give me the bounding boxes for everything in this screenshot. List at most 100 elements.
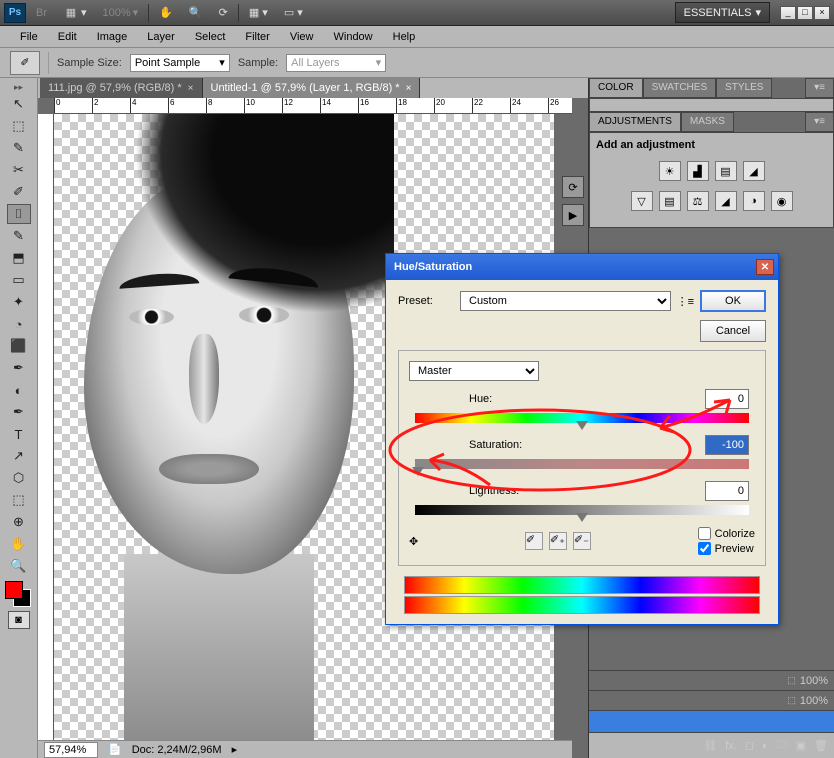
hand-tool-icon[interactable]: ✋: [153, 4, 179, 21]
adj-layer-icon[interactable]: ◐: [762, 740, 769, 752]
menu-window[interactable]: Window: [324, 27, 383, 47]
panel-icon-history[interactable]: ⟳: [562, 176, 584, 198]
maximize-button[interactable]: □: [797, 6, 813, 20]
type-tool[interactable]: T: [7, 424, 31, 444]
new-layer-icon[interactable]: ▣: [796, 739, 806, 752]
preset-menu-icon[interactable]: ⋮≡: [677, 295, 694, 308]
hand-tool[interactable]: ✋: [7, 534, 31, 554]
link-layers-icon[interactable]: ⛓: [703, 739, 717, 752]
saturation-slider[interactable]: [415, 459, 749, 469]
blur-tool[interactable]: ✒: [7, 358, 31, 378]
toolbar-zoom-level[interactable]: 100% ▾: [97, 4, 145, 21]
fx-icon[interactable]: fx.: [725, 740, 737, 752]
shape-tool[interactable]: ⬡: [7, 468, 31, 488]
tab-swatches[interactable]: SWATCHES: [643, 78, 717, 98]
eraser-tool[interactable]: ◔: [7, 314, 31, 334]
ok-button[interactable]: OK: [700, 290, 766, 312]
tab-adjustments[interactable]: ADJUSTMENTS: [589, 112, 681, 132]
bridge-icon[interactable]: Br: [30, 5, 53, 21]
document-tab[interactable]: 111.jpg @ 57,9% (RGB/8) *×: [40, 78, 203, 98]
menu-select[interactable]: Select: [185, 27, 236, 47]
menu-help[interactable]: Help: [383, 27, 426, 47]
eyedropper-icon[interactable]: ✐: [525, 532, 543, 550]
close-button[interactable]: ×: [814, 6, 830, 20]
hue-slider[interactable]: [415, 413, 749, 423]
adj-vibrance-icon[interactable]: ▽: [631, 191, 653, 211]
adj-colorbalance-icon[interactable]: ⚖: [687, 191, 709, 211]
tab-color[interactable]: COLOR: [589, 78, 643, 98]
3d-camera-tool[interactable]: ⊕: [7, 512, 31, 532]
adj-curves-icon[interactable]: ▤: [715, 161, 737, 181]
move-tool[interactable]: ↖: [7, 94, 31, 114]
collapsed-panel-row[interactable]: ⬚ 100%: [589, 690, 834, 710]
preview-checkbox[interactable]: Preview: [698, 542, 754, 555]
foreground-color[interactable]: [5, 581, 23, 599]
quick-mask-toggle[interactable]: ◙: [8, 611, 30, 629]
panel-icon-actions[interactable]: ▶: [562, 204, 584, 226]
adj-bw-icon[interactable]: ◢: [715, 191, 737, 211]
colorize-checkbox[interactable]: Colorize: [698, 527, 755, 540]
minimize-button[interactable]: _: [780, 6, 796, 20]
toolbar-view-extras[interactable]: ▦▾: [57, 3, 93, 23]
ruler-horizontal[interactable]: 02468101214161820222426: [54, 98, 572, 114]
dialog-close-button[interactable]: ✕: [756, 259, 774, 275]
pen-tool[interactable]: ✒: [7, 402, 31, 422]
group-icon[interactable]: 🗀: [777, 736, 788, 755]
tab-masks[interactable]: MASKS: [681, 112, 734, 132]
marquee-tool[interactable]: ⬚: [7, 116, 31, 136]
hue-input[interactable]: [705, 389, 749, 409]
mask-icon[interactable]: ◻: [745, 739, 754, 752]
zoom-tool[interactable]: 🔍: [7, 556, 31, 576]
eyedropper-tool[interactable]: ⌷: [7, 204, 31, 224]
arrange-documents-icon[interactable]: ▦ ▾: [243, 4, 274, 21]
saturation-input[interactable]: [705, 435, 749, 455]
adj-levels-icon[interactable]: ▟: [687, 161, 709, 181]
quick-select-tool[interactable]: ✂: [7, 160, 31, 180]
close-tab-icon[interactable]: ×: [406, 83, 412, 94]
channel-dropdown[interactable]: Master: [409, 361, 539, 381]
close-tab-icon[interactable]: ×: [188, 83, 194, 94]
adj-brightness-icon[interactable]: ☀: [659, 161, 681, 181]
doc-size-icon[interactable]: 📄: [108, 743, 122, 756]
dodge-tool[interactable]: ◐: [7, 380, 31, 400]
workspace-switcher[interactable]: ESSENTIALS ▾: [675, 2, 770, 23]
eyedropper-subtract-icon[interactable]: ✐₋: [573, 532, 591, 550]
menu-layer[interactable]: Layer: [137, 27, 185, 47]
path-select-tool[interactable]: ↗: [7, 446, 31, 466]
color-swatches[interactable]: [5, 581, 33, 607]
panel-menu-icon[interactable]: ▾≡: [805, 78, 834, 98]
tab-styles[interactable]: STYLES: [716, 78, 772, 98]
eyedropper-add-icon[interactable]: ✐₊: [549, 532, 567, 550]
preset-dropdown[interactable]: Custom: [460, 291, 671, 311]
document-tab[interactable]: Untitled-1 @ 57,9% (Layer 1, RGB/8) *×: [203, 78, 421, 98]
ruler-vertical[interactable]: [38, 114, 54, 742]
cancel-button[interactable]: Cancel: [700, 320, 766, 342]
adj-exposure-icon[interactable]: ◢: [743, 161, 765, 181]
dialog-titlebar[interactable]: Hue/Saturation ✕: [386, 254, 778, 280]
crop-tool[interactable]: ✐: [7, 182, 31, 202]
history-brush-tool[interactable]: ✦: [7, 292, 31, 312]
menu-file[interactable]: File: [10, 27, 48, 47]
rotate-view-icon[interactable]: ⟳: [213, 4, 234, 21]
doc-info-menu-icon[interactable]: ▸: [232, 743, 238, 756]
menu-edit[interactable]: Edit: [48, 27, 87, 47]
collapsed-panel-row[interactable]: ⬚ 100%: [589, 670, 834, 690]
lasso-tool[interactable]: ✎: [7, 138, 31, 158]
lightness-input[interactable]: [705, 481, 749, 501]
droppers-toggle-icon[interactable]: ✥: [409, 535, 418, 548]
active-layer-strip[interactable]: [589, 710, 834, 732]
current-tool-preset[interactable]: ✐: [10, 51, 40, 75]
sample-size-dropdown[interactable]: Point Sample▾: [130, 54, 230, 72]
3d-tool[interactable]: ⬚: [7, 490, 31, 510]
lightness-slider[interactable]: [415, 505, 749, 515]
adj-photofilter-icon[interactable]: ◑: [743, 191, 765, 211]
adj-huesat-icon[interactable]: ▤: [659, 191, 681, 211]
sample-dropdown[interactable]: All Layers▾: [286, 54, 386, 72]
stamp-tool[interactable]: ▭: [7, 270, 31, 290]
brush-tool[interactable]: ⬒: [7, 248, 31, 268]
healing-tool[interactable]: ✎: [7, 226, 31, 246]
menu-filter[interactable]: Filter: [235, 27, 279, 47]
gradient-tool[interactable]: ⬛: [7, 336, 31, 356]
zoom-tool-icon[interactable]: 🔍: [183, 4, 209, 21]
panel-menu-icon[interactable]: ▾≡: [805, 112, 834, 132]
